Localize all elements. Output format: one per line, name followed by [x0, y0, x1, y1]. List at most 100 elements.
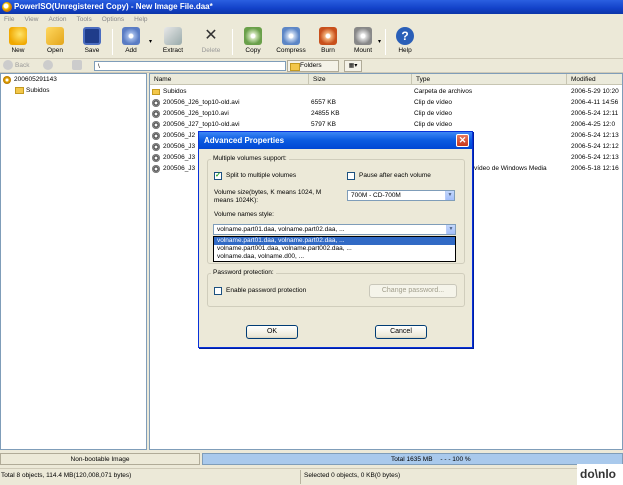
- new-star-icon: [9, 27, 27, 45]
- menu-help[interactable]: Help: [134, 14, 147, 25]
- toolbar-separator: [232, 29, 233, 55]
- video-file-icon: [152, 154, 160, 162]
- save-button[interactable]: Save: [75, 27, 109, 57]
- tree-item-subidos[interactable]: Subidos: [15, 86, 50, 96]
- navigation-bar: Back \ Folders ▦▾: [0, 59, 623, 73]
- copy-button[interactable]: Copy: [236, 27, 270, 57]
- toolbar-separator: [112, 29, 113, 55]
- tree-root-item[interactable]: 200605291143: [3, 75, 57, 85]
- video-file-icon: [152, 121, 160, 129]
- capacity-progress-bar: Total 1635 MB - - - 100 %: [202, 453, 623, 465]
- pause-volume-label: Pause after each volume: [359, 172, 431, 179]
- total-objects-text: Total 8 objects, 114.4 MB(120,008,071 by…: [1, 472, 132, 479]
- forward-button[interactable]: [43, 60, 55, 72]
- poweriso-app-icon: [2, 2, 12, 12]
- add-disc-icon: [122, 27, 140, 45]
- cancel-button[interactable]: Cancel: [375, 325, 427, 339]
- extract-icon: [164, 27, 182, 45]
- dialog-close-button[interactable]: ✕: [456, 134, 469, 147]
- file-row[interactable]: Subidos Carpeta de archivos 2006-5-29 10…: [150, 87, 622, 97]
- volume-size-select[interactable]: 700M - CD-700M ▼: [347, 190, 455, 201]
- split-volumes-label: Split to multiple volumes: [226, 172, 297, 179]
- up-folder-icon: [72, 60, 82, 71]
- file-row[interactable]: 200506_J26_top10.avi 24855 KB Clip de ví…: [150, 109, 622, 119]
- selected-objects-text: Selected 0 objects, 0 KB(0 bytes): [304, 472, 401, 479]
- dropdown-option[interactable]: volname.part001.daa, volname.part002.daa…: [214, 245, 455, 253]
- extract-button[interactable]: Extract: [156, 27, 190, 57]
- ok-button[interactable]: OK: [246, 325, 298, 339]
- column-header-modified[interactable]: Modified: [567, 74, 622, 85]
- folders-button[interactable]: Folders: [287, 60, 339, 72]
- capacity-percent: - - - 100 %: [440, 456, 471, 463]
- back-button[interactable]: Back: [3, 60, 29, 72]
- menu-options[interactable]: Options: [102, 14, 124, 25]
- volume-names-style-select[interactable]: volname.part01.daa, volname.part02.daa, …: [213, 224, 456, 235]
- enable-password-checkbox[interactable]: [214, 287, 222, 295]
- image-status-bar: Non-bootable Image Total 1635 MB - - - 1…: [0, 452, 623, 466]
- new-button[interactable]: New: [1, 27, 35, 57]
- column-header-type[interactable]: Type: [412, 74, 567, 85]
- video-file-icon: [152, 132, 160, 140]
- compress-button[interactable]: Compress: [274, 27, 308, 57]
- menu-file[interactable]: File: [4, 14, 14, 25]
- video-file-icon: [152, 99, 160, 107]
- window-title-bar: PowerISO(Unregistered Copy) - New Image …: [0, 0, 623, 14]
- column-header-name[interactable]: Name: [150, 74, 309, 85]
- watermark-logo: do\nlo: [577, 464, 623, 485]
- add-dropdown-arrow-icon[interactable]: ▾: [149, 38, 152, 45]
- multi-volume-group-label: Multiple volumes support:: [211, 155, 289, 162]
- change-password-button[interactable]: Change password...: [369, 284, 457, 298]
- path-input[interactable]: \: [94, 61, 286, 71]
- up-folder-button[interactable]: [72, 60, 84, 72]
- chevron-down-icon: ▼: [446, 225, 455, 234]
- menu-tools[interactable]: Tools: [77, 14, 92, 25]
- window-title: PowerISO(Unregistered Copy) - New Image …: [14, 2, 213, 11]
- view-mode-button[interactable]: ▦▾: [344, 60, 362, 72]
- file-row[interactable]: 200506_J27_top10-old.avi 5797 KB Clip de…: [150, 120, 622, 130]
- delete-x-icon: ✕: [204, 27, 218, 44]
- close-icon: ✕: [458, 135, 467, 145]
- chevron-down-icon: ▼: [445, 191, 454, 200]
- volume-names-style-label: Volume names style:: [214, 211, 274, 218]
- menu-action[interactable]: Action: [48, 14, 66, 25]
- pause-volume-checkbox[interactable]: [347, 172, 355, 180]
- dropdown-option[interactable]: volname.part01.daa, volname.part02.daa, …: [214, 237, 455, 245]
- image-type-label: Non-bootable Image: [0, 453, 200, 465]
- video-file-icon: [152, 110, 160, 118]
- toolbar-separator: [385, 29, 386, 55]
- burn-disc-icon: [319, 27, 337, 45]
- compress-disc-icon: [282, 27, 300, 45]
- toolbar: New Open Save Add ▾ Extract ✕ Delete Cop…: [0, 25, 623, 59]
- copy-disc-icon: [244, 27, 262, 45]
- total-size-label: Total 1635 MB: [391, 456, 433, 463]
- volume-names-style-dropdown: volname.part01.daa, volname.part02.daa, …: [213, 236, 456, 262]
- column-header-size[interactable]: Size: [309, 74, 412, 85]
- mount-button[interactable]: Mount: [346, 27, 380, 57]
- forward-arrow-icon: [43, 60, 53, 71]
- mount-drive-icon: [354, 27, 372, 45]
- add-button[interactable]: Add: [114, 27, 148, 57]
- help-button[interactable]: ? Help: [388, 27, 422, 57]
- status-divider: [300, 470, 301, 484]
- advanced-properties-dialog: Advanced Properties ✕ Multiple volumes s…: [198, 131, 473, 348]
- folder-icon: [152, 89, 160, 95]
- file-row[interactable]: 200506_J26_top10-old.avi 6557 KB Clip de…: [150, 98, 622, 108]
- burn-button[interactable]: Burn: [311, 27, 345, 57]
- folder-icon: [15, 87, 24, 94]
- enable-password-label: Enable password protection: [226, 287, 307, 294]
- open-button[interactable]: Open: [38, 27, 72, 57]
- image-disc-icon: [3, 76, 11, 84]
- save-disk-icon: [83, 27, 101, 45]
- back-arrow-icon: [3, 60, 13, 71]
- split-volumes-checkbox[interactable]: ✓: [214, 172, 222, 180]
- menu-view[interactable]: View: [24, 14, 38, 25]
- volume-size-label-line1: Volume size(bytes, K means 1024, M: [214, 189, 322, 196]
- mount-dropdown-arrow-icon[interactable]: ▾: [378, 38, 381, 45]
- menu-bar: File View Action Tools Options Help: [0, 14, 623, 25]
- dialog-title: Advanced Properties: [199, 132, 472, 149]
- password-group-label: Password protection:: [211, 269, 276, 276]
- dropdown-option[interactable]: volname.daa, volname.d00, ...: [214, 253, 455, 261]
- video-file-icon: [152, 165, 160, 173]
- folder-tree: 200605291143 Subidos: [0, 73, 147, 450]
- delete-button[interactable]: ✕ Delete: [194, 27, 228, 57]
